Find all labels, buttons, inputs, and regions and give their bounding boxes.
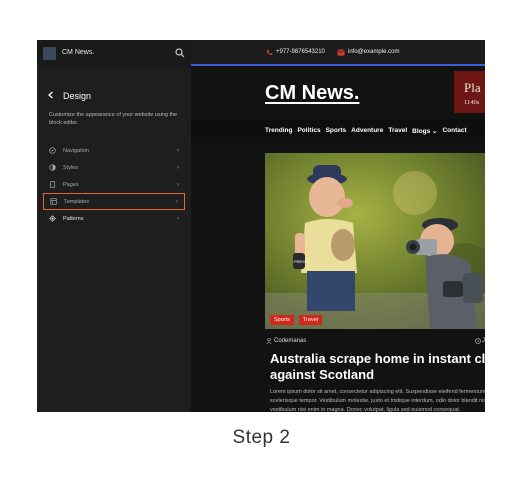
ad-subtext: 1140s [464,99,480,106]
page-icon [49,181,56,188]
phone-number[interactable]: +977-9876543210 [276,49,325,55]
site-logo-title[interactable]: CM News. [265,82,359,105]
menu-item-label: Styles [63,164,78,171]
chevron-right-icon: › [176,198,178,205]
menu-item-styles[interactable]: Styles › [43,159,185,176]
nav-sports[interactable]: Sports [326,127,347,135]
primary-nav: Trending Politics Sports Adventure Trave… [191,119,485,143]
nav-adventure[interactable]: Adventure [351,127,383,135]
post-excerpt: Lorem ipsum dolor sit amet, consectetur … [270,389,485,412]
nav-politics[interactable]: Politics [297,127,320,135]
site-icon[interactable] [43,47,56,60]
menu-item-navigation[interactable]: Navigation › [43,142,185,159]
user-icon [266,338,272,344]
email-link[interactable]: info@example.com [348,49,399,55]
post-date: J [482,338,485,344]
phone-icon [266,49,273,56]
ad-banner[interactable]: Pla 1140s [454,71,485,113]
sidebar-description: Customize the appearance of your website… [49,112,178,126]
menu-item-label: Patterns [63,215,84,222]
nav-contact[interactable]: Contact [442,127,466,135]
clock-icon [475,338,481,344]
step-caption: Step 2 [232,427,291,448]
tag-travel[interactable]: Travel [298,315,322,325]
top-bar: +977-9876543210 info@example.com [191,40,485,66]
compass-icon [49,147,56,154]
menu-item-pages[interactable]: Pages › [43,176,185,193]
chevron-right-icon: › [177,164,179,171]
design-sidebar: CM News. Design Customize the appearance… [37,40,191,412]
featured-image[interactable]: PRESS [265,153,485,329]
nav-blogs-dropdown[interactable]: Blogs ⌄ [412,127,437,135]
tag-sports[interactable]: Sports [270,315,294,325]
half-circle-icon [49,164,56,171]
menu-item-label: Pages [63,181,79,188]
nav-trending[interactable]: Trending [265,127,292,135]
menu-item-label: Templates [64,198,90,205]
chevron-right-icon: › [177,181,179,188]
ad-text: Pla [464,80,481,95]
chevron-right-icon: › [177,147,179,154]
chevron-right-icon: › [177,215,179,222]
editor-screenshot: CM News. Design Customize the appearance… [37,40,485,412]
site-name[interactable]: CM News. [62,49,94,56]
site-preview[interactable]: +977-9876543210 info@example.com CM News… [191,40,485,412]
menu-item-templates[interactable]: Templates › [43,193,185,210]
post-headline[interactable]: Australia scrape home in instant class a… [270,351,485,383]
back-arrow-icon[interactable] [46,90,56,100]
mail-icon [337,49,345,56]
sidebar-header: CM News. [37,40,191,68]
post-tags: Sports Travel [270,315,322,325]
diamond-icon [49,215,56,222]
search-icon[interactable] [175,48,185,58]
layout-icon [50,198,57,205]
svg-text:PRESS: PRESS [294,259,308,264]
sidebar-title: Design [63,91,92,101]
menu-item-label: Navigation [63,147,89,154]
nav-travel[interactable]: Travel [388,127,407,135]
menu-item-patterns[interactable]: Patterns › [43,210,185,227]
post-author[interactable]: Codemanas [274,338,306,344]
design-menu: Navigation › Styles › Pages › Templates … [43,142,185,227]
